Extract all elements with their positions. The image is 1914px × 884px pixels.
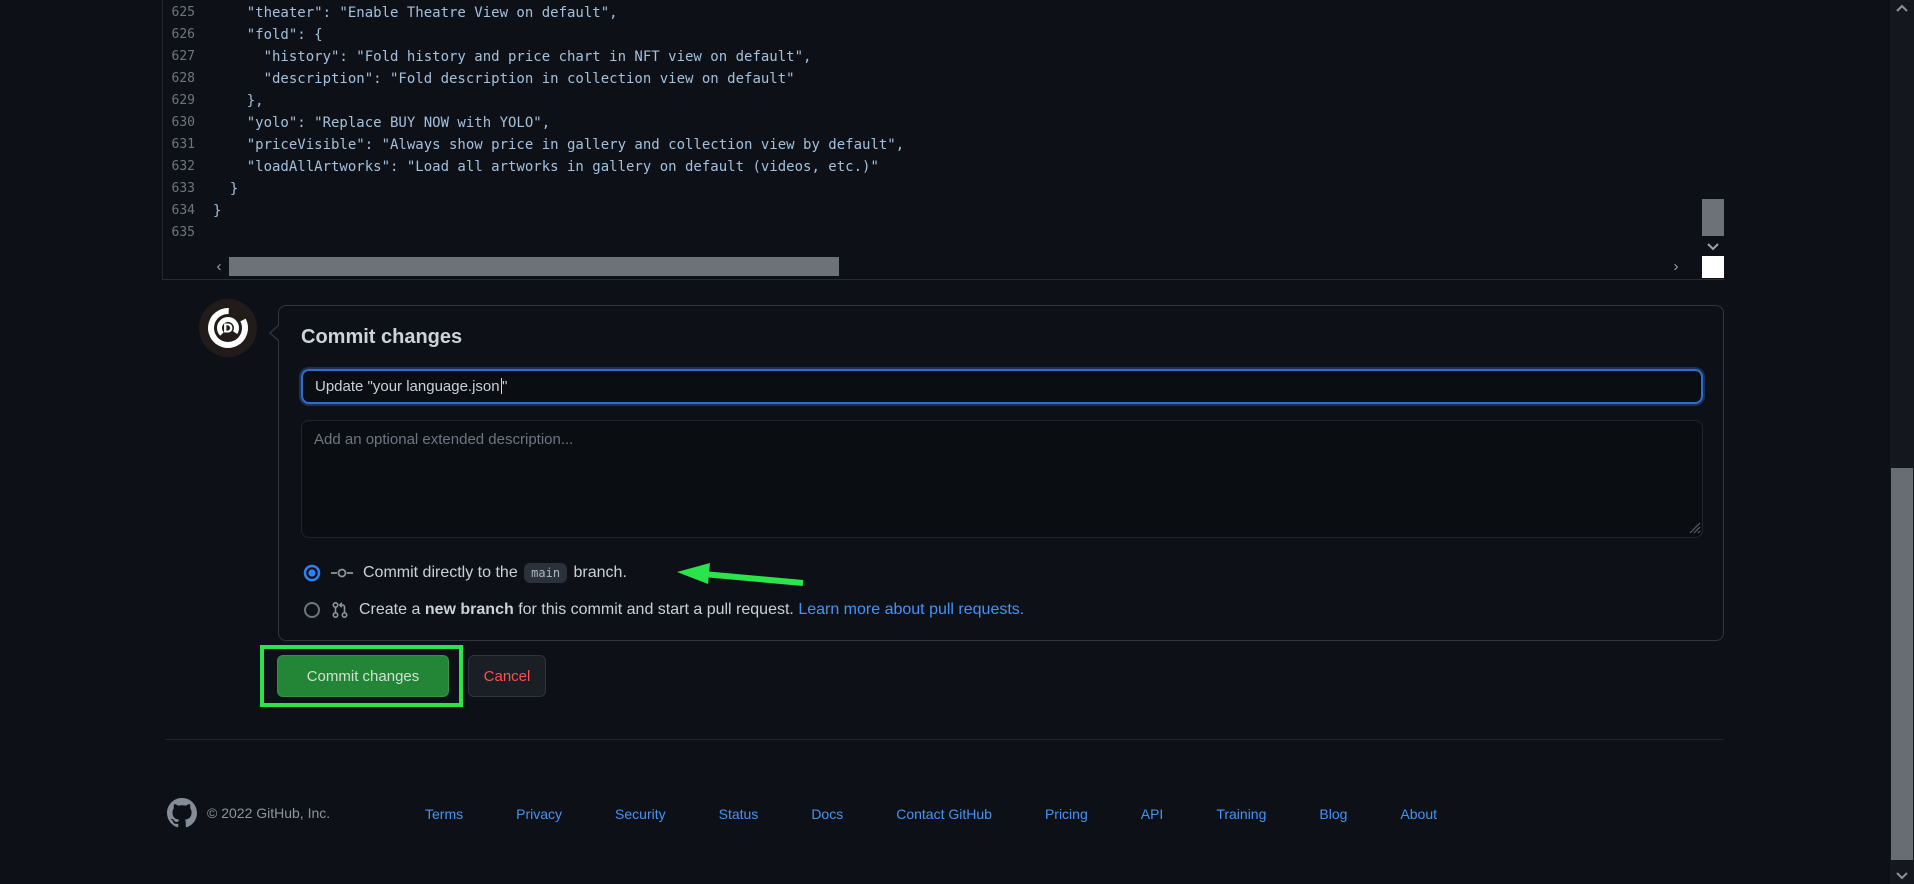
line-content: "theater": "Enable Theatre View on defau… <box>213 5 618 27</box>
line-content: "priceVisible": "Always show price in ga… <box>213 137 904 159</box>
line-number: 632 <box>163 159 213 181</box>
code-line: 627 "history": "Fold history and price c… <box>163 49 1724 71</box>
line-content: "loadAllArtworks": "Load all artworks in… <box>213 159 879 181</box>
scroll-right-icon[interactable]: › <box>1668 256 1684 278</box>
branch-name-pill: main <box>524 563 567 583</box>
scroll-down-icon[interactable] <box>1890 868 1914 882</box>
line-number: 628 <box>163 71 213 93</box>
code-line: 629 }, <box>163 93 1724 115</box>
footer-link[interactable]: API <box>1141 806 1164 822</box>
footer-link[interactable]: Training <box>1216 806 1266 822</box>
scroll-left-icon[interactable]: ‹ <box>211 256 227 278</box>
scroll-up-icon[interactable] <box>1890 2 1914 16</box>
commit-direct-label: Commit directly to the main branch. <box>363 564 627 582</box>
footer-link[interactable]: Terms <box>425 806 463 822</box>
git-commit-icon <box>331 565 353 581</box>
copyright-text: © 2022 GitHub, Inc. <box>207 805 330 821</box>
code-line: 633 } <box>163 181 1724 203</box>
commit-changes-panel: Commit changes Update "your language.jso… <box>278 305 1724 641</box>
vertical-scrollbar-thumb[interactable] <box>1702 199 1724 236</box>
line-content: }, <box>213 93 264 115</box>
radio-unselected-icon[interactable] <box>303 601 321 619</box>
footer-link[interactable]: Status <box>719 806 759 822</box>
footer-link[interactable]: Privacy <box>516 806 562 822</box>
line-content: "description": "Fold description in coll… <box>213 71 795 93</box>
page-scrollbar-thumb[interactable] <box>1891 468 1913 860</box>
code-line: 632 "loadAllArtworks": "Load all artwork… <box>163 159 1724 181</box>
commit-message-value: Update "your language.json <box>315 378 500 395</box>
line-content: "yolo": "Replace BUY NOW with YOLO", <box>213 115 550 137</box>
scroll-down-icon[interactable] <box>1702 238 1724 255</box>
footer-link[interactable]: Security <box>615 806 666 822</box>
editor-horizontal-scrollbar[interactable]: ‹ › <box>163 256 1724 278</box>
line-number: 627 <box>163 49 213 71</box>
line-number: 631 <box>163 137 213 159</box>
code-line: 631 "priceVisible": "Always show price i… <box>163 137 1724 159</box>
footer-link[interactable]: Contact GitHub <box>896 806 992 822</box>
horizontal-scrollbar-thumb[interactable] <box>229 257 839 276</box>
learn-more-link[interactable]: Learn more about pull requests. <box>798 601 1024 618</box>
footer-link[interactable]: About <box>1400 806 1437 822</box>
code-line: 628 "description": "Fold description in … <box>163 71 1724 93</box>
line-number: 629 <box>163 93 213 115</box>
git-pull-request-icon <box>331 601 349 619</box>
scrollbar-corner <box>1702 256 1724 278</box>
code-line: 625 "theater": "Enable Theatre View on d… <box>163 5 1724 27</box>
line-number: 625 <box>163 5 213 27</box>
code-line: 635 <box>163 225 1724 247</box>
footer-links: Terms Privacy Security Status Docs Conta… <box>425 806 1437 822</box>
code-line: 630 "yolo": "Replace BUY NOW with YOLO", <box>163 115 1724 137</box>
github-logo-icon[interactable] <box>167 798 197 828</box>
code-editor[interactable]: 625 "theater": "Enable Theatre View on d… <box>162 0 1724 280</box>
svg-text:D: D <box>223 322 233 336</box>
line-number: 630 <box>163 115 213 137</box>
speech-caret-inner <box>271 324 281 342</box>
line-number: 626 <box>163 27 213 49</box>
cancel-button[interactable]: Cancel <box>468 655 546 697</box>
footer-link[interactable]: Pricing <box>1045 806 1088 822</box>
code-lines[interactable]: 625 "theater": "Enable Theatre View on d… <box>163 5 1724 247</box>
code-line: 626 "fold": { <box>163 27 1724 49</box>
new-branch-label: Create a new branch for this commit and … <box>359 601 1024 619</box>
line-number: 635 <box>163 225 213 247</box>
commit-direct-option[interactable]: Commit directly to the main branch. <box>303 564 627 582</box>
commit-message-input[interactable]: Update "your language.json" <box>301 369 1703 404</box>
line-number: 634 <box>163 203 213 225</box>
extended-description-input[interactable] <box>301 420 1703 538</box>
github-edit-file-page: 625 "theater": "Enable Theatre View on d… <box>0 0 1914 884</box>
commit-changes-button[interactable]: Commit changes <box>277 655 449 697</box>
line-content: "fold": { <box>213 27 323 49</box>
commit-message-value-tail: " <box>502 378 507 395</box>
footer-link[interactable]: Docs <box>811 806 843 822</box>
line-content: "history": "Fold history and price chart… <box>213 49 811 71</box>
line-content: } <box>213 181 238 203</box>
footer-link[interactable]: Blog <box>1319 806 1347 822</box>
commit-changes-heading: Commit changes <box>301 326 462 349</box>
line-content: } <box>213 203 221 225</box>
radio-selected-icon[interactable] <box>303 564 321 582</box>
footer-divider <box>165 739 1724 740</box>
code-line: 634 } <box>163 203 1724 225</box>
page-scrollbar[interactable] <box>1890 0 1914 884</box>
user-avatar: D <box>199 299 257 357</box>
line-number: 633 <box>163 181 213 203</box>
new-branch-option[interactable]: Create a new branch for this commit and … <box>303 601 1024 619</box>
